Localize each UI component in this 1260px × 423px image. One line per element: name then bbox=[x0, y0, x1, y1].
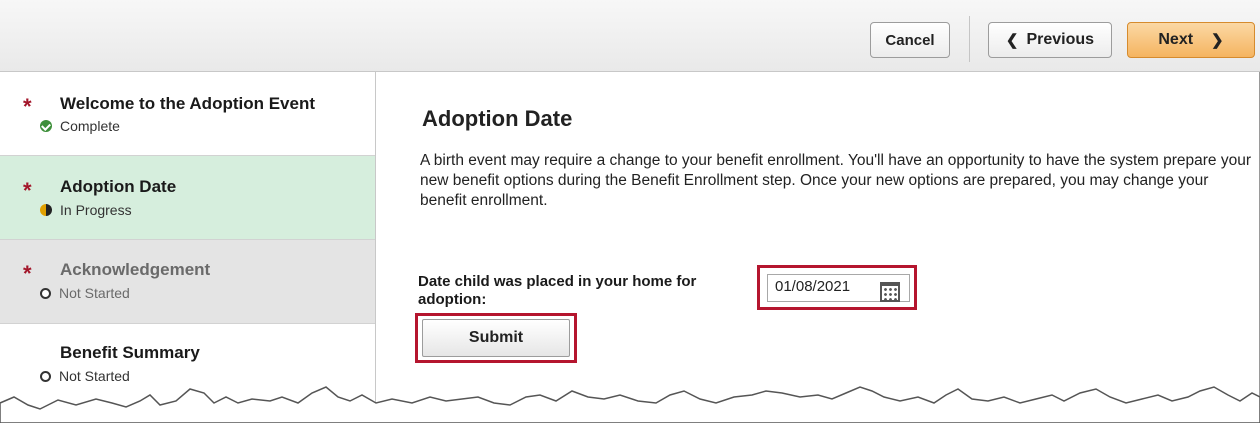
nav-step-label: Acknowledgement bbox=[60, 260, 211, 279]
torn-edge-decoration bbox=[0, 386, 1260, 423]
required-icon: * bbox=[23, 261, 32, 286]
required-icon: * bbox=[23, 94, 32, 119]
chevron-right-icon: ❯ bbox=[1211, 32, 1224, 49]
nav-step-status-text: Not Started bbox=[59, 368, 130, 384]
date-field-highlight: 01/08/2021 bbox=[757, 265, 917, 310]
nav-step-status-text: Not Started bbox=[59, 285, 130, 301]
nav-step-status: Not Started bbox=[40, 285, 130, 301]
toolbar-separator bbox=[969, 16, 970, 62]
next-button[interactable]: Next ❯ bbox=[1127, 22, 1255, 58]
nav-step-status: Complete bbox=[40, 118, 120, 134]
adoption-date-value: 01/08/2021 bbox=[775, 278, 851, 295]
cancel-button[interactable]: Cancel bbox=[870, 22, 950, 58]
submit-highlight: Submit bbox=[415, 313, 577, 363]
not-started-icon bbox=[40, 287, 51, 299]
nav-step-label: Adoption Date bbox=[60, 177, 177, 196]
in-progress-icon bbox=[40, 204, 52, 216]
nav-step-acknowledgement[interactable]: * Acknowledgement Not Started bbox=[0, 240, 375, 324]
step-navigation: * Welcome to the Adoption Event Complete… bbox=[0, 72, 376, 423]
calendar-icon[interactable] bbox=[880, 282, 900, 302]
complete-check-icon bbox=[40, 120, 52, 132]
page-title: Adoption Date bbox=[422, 106, 573, 131]
cancel-button-label: Cancel bbox=[885, 31, 935, 49]
nav-step-welcome[interactable]: * Welcome to the Adoption Event Complete bbox=[0, 72, 375, 156]
required-icon: * bbox=[23, 178, 32, 203]
previous-button[interactable]: ❮ Previous bbox=[988, 22, 1112, 58]
previous-button-label: Previous bbox=[1026, 31, 1095, 48]
not-started-icon bbox=[40, 370, 51, 382]
nav-step-status-text: In Progress bbox=[60, 202, 132, 218]
nav-step-status: Not Started bbox=[40, 368, 130, 384]
nav-step-status: In Progress bbox=[40, 202, 132, 218]
nav-step-adoption-date[interactable]: * Adoption Date In Progress bbox=[0, 156, 375, 240]
date-field-label: Date child was placed in your home for a… bbox=[418, 273, 697, 308]
next-button-label: Next bbox=[1158, 31, 1194, 48]
nav-step-status-text: Complete bbox=[60, 118, 120, 134]
nav-step-label: Welcome to the Adoption Event bbox=[60, 94, 316, 113]
chevron-left-icon: ❮ bbox=[1005, 32, 1019, 49]
adoption-date-input[interactable]: 01/08/2021 bbox=[767, 274, 910, 302]
nav-step-label: Benefit Summary bbox=[60, 343, 200, 362]
page-description: A birth event may require a change to yo… bbox=[420, 152, 1251, 209]
top-toolbar: Cancel ❮ Previous Next ❯ bbox=[0, 0, 1260, 72]
submit-button[interactable]: Submit bbox=[422, 319, 570, 357]
